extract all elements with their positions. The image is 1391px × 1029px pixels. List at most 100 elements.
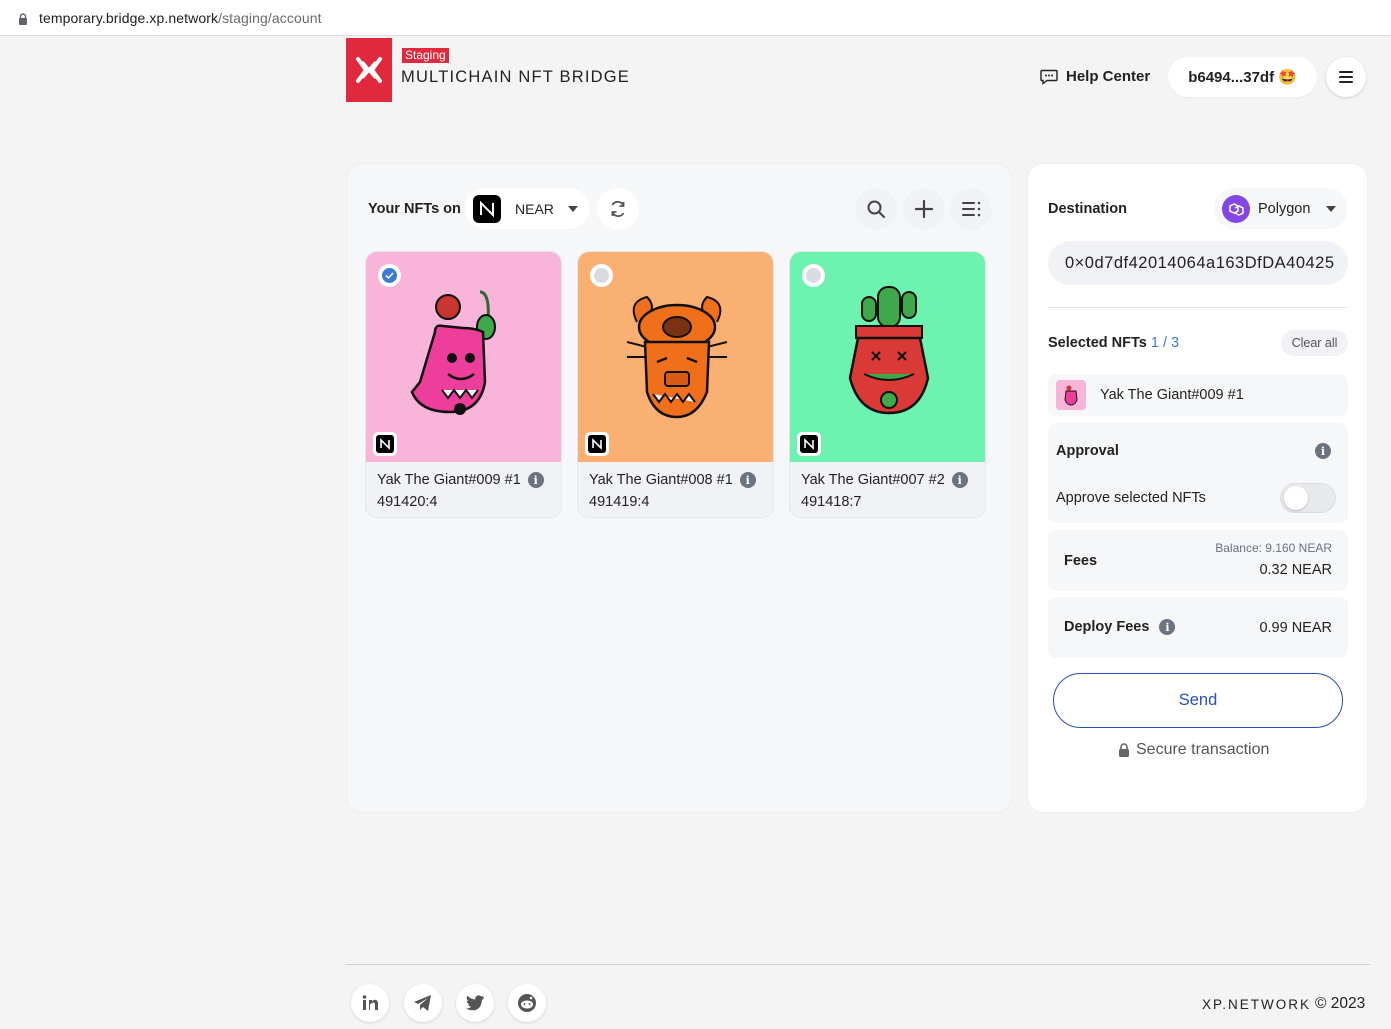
chat-icon [1040,69,1058,85]
reddit-icon [518,994,536,1012]
footer-brand[interactable]: XP.NETWORK [1202,997,1311,1012]
url-host: temporary.bridge.xp.network [39,9,219,26]
plus-icon [914,199,934,219]
selected-nft-name: Yak The Giant#009 #1 [1100,387,1244,403]
refresh-icon [611,200,625,218]
yak-pink-figure-icon [410,290,496,415]
approve-toggle[interactable] [1280,483,1336,513]
fees-label: Fees [1064,553,1098,569]
deploy-fees-value: 0.99 NEAR [1259,620,1332,636]
list-view-button[interactable] [950,188,992,230]
nft-id: 491420:4 [377,494,438,510]
nft-card[interactable]: Yak The Giant#007 #2 i 491418:7 [789,251,986,518]
info-icon[interactable]: i [527,472,544,488]
telegram-button[interactable] [404,984,442,1022]
nft-name-row: Yak The Giant#008 #1 i [589,472,756,488]
info-icon[interactable]: i [1159,619,1176,635]
near-chain-badge [373,432,397,456]
wallet-address: b6494...37df [1188,68,1275,86]
your-nfts-label: Your NFTs on [368,201,461,217]
staging-badge: Staging [402,48,449,63]
selected-nfts-title: Selected NFTs [1048,335,1147,351]
balance-text: Balance: 9.160 NEAR [1215,541,1332,555]
info-icon[interactable]: i [951,472,968,488]
add-nft-button[interactable] [903,188,945,230]
search-icon [867,200,885,218]
help-center-link[interactable]: Help Center [1040,68,1150,85]
send-button[interactable]: Send [1053,673,1343,728]
clear-all-button[interactable]: Clear all [1281,330,1348,356]
nft-name: Yak The Giant#009 #1 [377,472,521,488]
twitter-icon [466,995,484,1011]
approve-label: Approve selected NFTs [1056,490,1206,506]
destination-address-input[interactable]: 0×0d7df42014064a163DfDA40425 [1048,241,1348,285]
destination-label: Destination [1048,201,1127,217]
toggle-knob [1284,486,1308,510]
near-logo-icon [376,435,394,453]
lock-icon [1119,743,1129,757]
select-nft-checkbox[interactable] [378,264,401,287]
twitter-button[interactable] [456,984,494,1022]
near-logo-icon [588,435,606,453]
nft-card[interactable]: Yak The Giant#008 #1 i 491419:4 [577,251,774,518]
browser-address-bar[interactable]: temporary.bridge.xp.network/staging/acco… [0,0,1391,36]
url-text: temporary.bridge.xp.network/staging/acco… [39,10,322,26]
polygon-logo-icon [1222,194,1250,223]
select-nft-checkbox[interactable] [802,264,825,287]
nft-name-row: Yak The Giant#007 #2 i [801,472,968,488]
footer-divider [346,964,1370,965]
approval-section: Approval i Approve selected NFTs [1048,423,1348,523]
url-path: /staging/account [218,9,322,26]
near-chain-badge [797,432,821,456]
deploy-fees-section: Deploy Fees i 0.99 NEAR [1048,597,1348,658]
destination-chain-select[interactable]: Polygon [1214,188,1348,229]
fees-section: Fees Balance: 9.160 NEAR 0.32 NEAR [1048,530,1348,591]
divider [1048,307,1348,308]
fees-value: 0.32 NEAR [1259,562,1332,578]
reddit-button[interactable] [508,984,546,1022]
hamburger-menu-button[interactable] [1326,57,1366,97]
wallet-avatar-icon: 🤩 [1278,69,1297,86]
yak-cactus-figure-icon [848,286,929,415]
nft-list-panel: Your NFTs on NEAR Yak The Giant#009 #1 i… [346,163,1012,813]
nft-id: 491419:4 [589,494,650,510]
selected-nfts-count: 1 / 3 [1150,335,1180,351]
xp-logo-mark-icon [356,57,382,83]
info-icon[interactable]: i [739,472,756,488]
search-button[interactable] [855,188,897,230]
deploy-fees-label: Deploy Fees [1064,619,1150,635]
telegram-icon [414,995,431,1011]
lock-icon [18,12,28,25]
brand-title: MULTICHAIN NFT BRIDGE [401,68,631,86]
yak-orange-crab-figure-icon [626,295,727,419]
info-icon[interactable]: i [1315,443,1331,459]
deploy-fees-label-row: Deploy Fees i [1064,619,1176,635]
near-logo-icon [800,435,818,453]
nft-name-row: Yak The Giant#009 #1 i [377,472,544,488]
destination-chain-name: Polygon [1258,200,1311,217]
list-menu-icon [962,201,981,217]
nft-id: 491418:7 [801,494,862,510]
caret-down-icon [567,205,578,212]
linkedin-button[interactable] [351,984,389,1022]
wallet-button[interactable]: b6494...37df 🤩 [1168,57,1317,97]
selected-nft-thumbnail [1056,380,1086,410]
nft-name: Yak The Giant#007 #2 [801,472,945,488]
select-nft-checkbox[interactable] [590,264,613,287]
approval-title: Approval [1056,443,1119,459]
hamburger-icon [1339,71,1353,83]
nft-name: Yak The Giant#008 #1 [589,472,733,488]
near-logo-icon [473,194,501,223]
app-header: Staging MULTICHAIN NFT BRIDGE Help Cente… [346,38,1368,108]
selected-nft-item[interactable]: Yak The Giant#009 #1 [1048,374,1348,416]
help-center-label: Help Center [1066,68,1151,85]
check-icon [385,272,394,279]
refresh-button[interactable] [597,188,639,230]
source-chain-select[interactable]: NEAR [465,188,589,229]
xp-logo[interactable] [346,38,392,102]
secure-transaction-note: Secure transaction [1118,741,1269,759]
nft-card[interactable]: Yak The Giant#009 #1 i 491420:4 [365,251,562,518]
secure-transaction-label: Secure transaction [1136,741,1270,758]
selected-nfts-label: Selected NFTs 1 / 3 [1048,335,1179,351]
caret-down-icon [1326,205,1337,212]
